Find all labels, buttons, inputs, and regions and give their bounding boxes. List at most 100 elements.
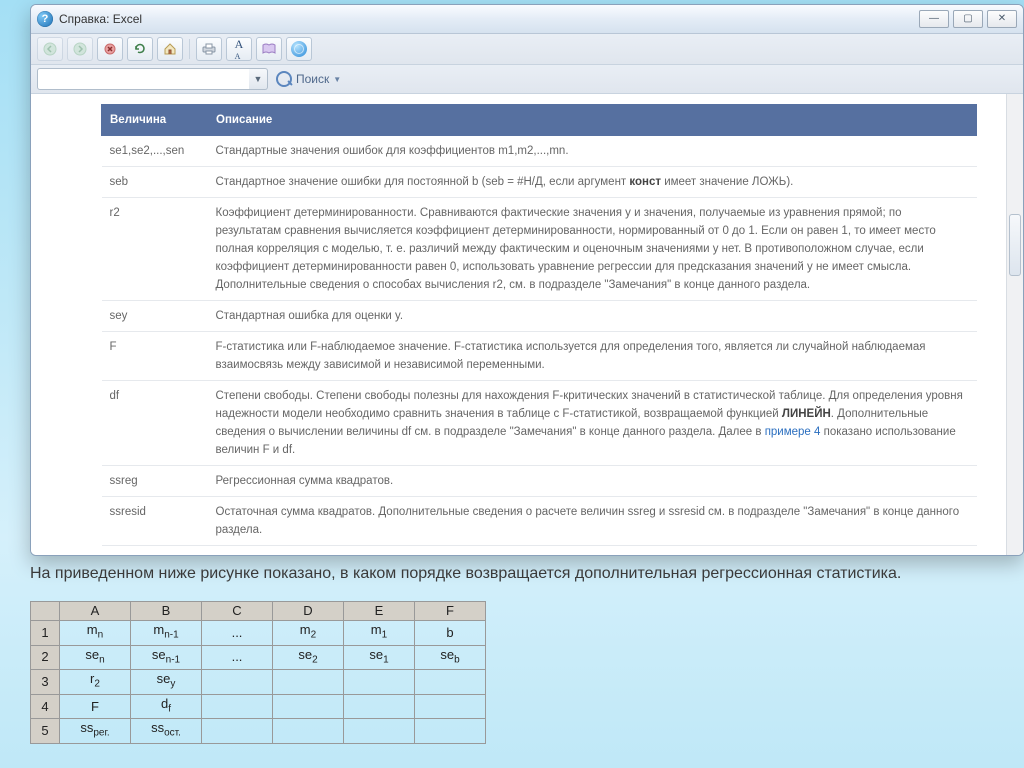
table-row: seyСтандартная ошибка для оценки y. [102, 301, 977, 332]
nav-home-button[interactable] [157, 37, 183, 61]
grid-cell [273, 719, 344, 744]
search-label-text: Поиск [296, 72, 329, 86]
table-row: FF-статистика или F-наблюдаемое значение… [102, 332, 977, 381]
search-icon [276, 71, 292, 87]
search-button[interactable]: Поиск ▼ [276, 71, 341, 87]
grid-row-header: 5 [31, 719, 60, 744]
grid-corner [31, 602, 60, 621]
grid-row: 1mnmn-1...m2m1b [31, 621, 486, 646]
grid-row: 5ssрег.ssост. [31, 719, 486, 744]
term-cell: seb [102, 167, 208, 198]
maximize-button[interactable]: ▢ [953, 10, 983, 28]
refresh-icon [134, 43, 146, 55]
grid-cell: m1 [344, 621, 415, 646]
grid-row: 2sensen-1...se2se1seb [31, 645, 486, 670]
help-content-viewport: Величина Описание se1,se2,...,senСтандар… [31, 94, 1023, 555]
search-dropdown-caret: ▼ [333, 75, 341, 84]
desc-cell: Стандартная ошибка для оценки y. [208, 301, 977, 332]
nav-refresh-button[interactable] [127, 37, 153, 61]
grid-cell: se1 [344, 645, 415, 670]
table-row: ssresidОстаточная сумма квадратов. Допол… [102, 497, 977, 546]
grid-cell: mn [60, 621, 131, 646]
grid-cell [202, 670, 273, 695]
scrollbar-thumb[interactable] [1009, 214, 1021, 276]
grid-cell [202, 719, 273, 744]
term-cell: r2 [102, 198, 208, 301]
grid-cell: sey [131, 670, 202, 695]
titlebar: ? Справка: Excel — ▢ ✕ [31, 5, 1023, 34]
desc-cell: Регрессионная сумма квадратов. [208, 466, 977, 497]
grid-row-header: 3 [31, 670, 60, 695]
term-cell: sey [102, 301, 208, 332]
table-row: se1,se2,...,senСтандартные значения ошиб… [102, 136, 977, 167]
font-size-button[interactable]: AA [226, 37, 252, 61]
grid-cell: b [415, 621, 486, 646]
desc-cell: F-статистика или F-наблюдаемое значение.… [208, 332, 977, 381]
close-button[interactable]: ✕ [987, 10, 1017, 28]
grid-col-header: A [60, 602, 131, 621]
nav-stop-button[interactable] [97, 37, 123, 61]
grid-col-header: B [131, 602, 202, 621]
output-layout-grid: ABCDEF 1mnmn-1...m2m1b2sensen-1...se2se1… [30, 601, 486, 744]
globe-icon [291, 41, 307, 57]
minimize-button[interactable]: — [919, 10, 949, 28]
grid-cell: ... [202, 645, 273, 670]
search-input[interactable] [37, 68, 252, 90]
keep-on-top-button[interactable] [286, 37, 312, 61]
grid-cell [415, 694, 486, 719]
grid-cell [273, 670, 344, 695]
vertical-scrollbar[interactable] [1006, 94, 1023, 555]
grid-cell: F [60, 694, 131, 719]
grid-row-header: 2 [31, 645, 60, 670]
desc-cell: Коэффициент детерминированности. Сравнив… [208, 198, 977, 301]
footer-text: На приведенном ниже рисунке показано, в … [30, 565, 1004, 583]
grid-row: 4Fdf [31, 694, 486, 719]
desc-cell: Стандартные значения ошибок для коэффици… [208, 136, 977, 167]
th-param: Величина [102, 105, 208, 136]
grid-col-header: E [344, 602, 415, 621]
nav-toolbar: AA [31, 34, 1023, 65]
grid-cell [415, 670, 486, 695]
term-cell: df [102, 381, 208, 466]
desc-cell: Стандартное значение ошибки для постоянн… [208, 167, 977, 198]
font-size-icon: AA [235, 37, 244, 61]
app-icon: ? [37, 11, 53, 27]
grid-row-header: 1 [31, 621, 60, 646]
term-cell: se1,se2,...,sen [102, 136, 208, 167]
grid-cell [202, 694, 273, 719]
definitions-table: Величина Описание se1,se2,...,senСтандар… [101, 104, 977, 546]
grid-cell [344, 719, 415, 744]
grid-cell: r2 [60, 670, 131, 695]
term-cell: ssresid [102, 497, 208, 546]
grid-col-header: C [202, 602, 273, 621]
printer-icon [202, 43, 216, 55]
grid-cell: sen [60, 645, 131, 670]
home-icon [163, 43, 177, 55]
term-cell: F [102, 332, 208, 381]
grid-row-header: 4 [31, 694, 60, 719]
grid-cell: ssрег. [60, 719, 131, 744]
slide-lower-content: На приведенном ниже рисунке показано, в … [30, 565, 1004, 744]
grid-cell: sen-1 [131, 645, 202, 670]
window-title: Справка: Excel [59, 12, 142, 26]
th-desc: Описание [208, 105, 977, 136]
arrow-right-icon [73, 42, 87, 56]
table-row: r2Коэффициент детерминированности. Сравн… [102, 198, 977, 301]
search-bar: ▼ Поиск ▼ [31, 65, 1023, 94]
grid-col-header: D [273, 602, 344, 621]
search-history-dropdown[interactable]: ▼ [249, 68, 268, 90]
desc-cell: Остаточная сумма квадратов. Дополнительн… [208, 497, 977, 546]
toc-button[interactable] [256, 37, 282, 61]
nav-back-button[interactable] [37, 37, 63, 61]
term-cell: ssreg [102, 466, 208, 497]
grid-cell: m2 [273, 621, 344, 646]
help-document: Величина Описание se1,se2,...,senСтандар… [31, 94, 1007, 555]
stop-icon [104, 43, 116, 55]
grid-row: 3r2sey [31, 670, 486, 695]
grid-cell: ... [202, 621, 273, 646]
help-window: ? Справка: Excel — ▢ ✕ [30, 4, 1024, 556]
nav-forward-button[interactable] [67, 37, 93, 61]
book-icon [262, 43, 276, 55]
grid-cell: seb [415, 645, 486, 670]
print-button[interactable] [196, 37, 222, 61]
